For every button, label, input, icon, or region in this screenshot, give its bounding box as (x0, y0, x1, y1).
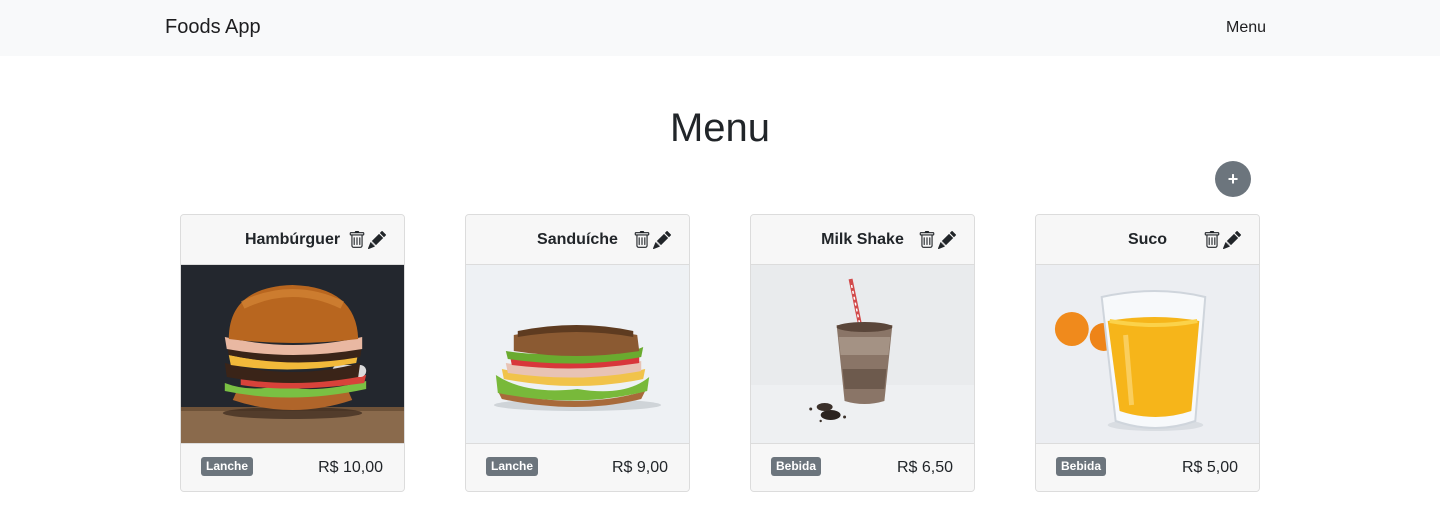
pencil-icon[interactable] (938, 230, 956, 250)
product-card-milk-shake: Milk Shake Bebida R$ 6,50 (750, 214, 975, 492)
brand-link[interactable]: Foods App (165, 16, 261, 39)
pencil-icon[interactable] (653, 230, 671, 250)
card-footer: Bebida R$ 6,50 (751, 443, 974, 491)
card-header: Sanduíche (466, 215, 689, 265)
product-card-suco: Suco Bebida R$ 5,00 (1035, 214, 1260, 492)
top-navbar: Foods App Menu (0, 0, 1440, 56)
trash-icon[interactable] (348, 230, 366, 250)
category-badge: Bebida (1056, 457, 1107, 476)
card-header: Suco (1036, 215, 1259, 265)
card-actions (348, 230, 386, 250)
card-actions (1203, 230, 1241, 250)
plus-icon: + (1227, 169, 1239, 189)
nav-menu-link[interactable]: Menu (1226, 19, 1266, 37)
product-card-hamburguer: Hambúrguer Lanche R$ 10,00 (180, 214, 405, 492)
product-price: R$ 9,00 (611, 459, 668, 476)
card-actions (633, 230, 671, 250)
product-card-sanduiche: Sanduíche Lanche R$ 9,00 (465, 214, 690, 492)
trash-icon[interactable] (633, 230, 651, 250)
category-badge: Lanche (486, 457, 539, 476)
category-badge: Lanche (201, 457, 254, 476)
trash-icon[interactable] (918, 230, 936, 250)
product-image-sanduiche (466, 265, 689, 443)
card-footer: Lanche R$ 10,00 (181, 443, 404, 491)
trash-icon[interactable] (1203, 230, 1221, 250)
category-badge: Bebida (771, 457, 822, 476)
product-image-milk-shake (751, 265, 974, 443)
add-product-button[interactable]: + (1215, 161, 1251, 197)
page-title: Menu (669, 106, 771, 150)
product-price: R$ 6,50 (896, 459, 953, 476)
product-image-suco (1036, 265, 1259, 443)
card-header: Hambúrguer (181, 215, 404, 265)
pencil-icon[interactable] (1223, 230, 1241, 250)
product-image-hamburguer (181, 265, 404, 443)
card-actions (918, 230, 956, 250)
product-price: R$ 5,00 (1181, 459, 1238, 476)
pencil-icon[interactable] (368, 230, 386, 250)
product-price: R$ 10,00 (318, 459, 383, 476)
card-header: Milk Shake (751, 215, 974, 265)
card-footer: Bebida R$ 5,00 (1036, 443, 1259, 491)
card-footer: Lanche R$ 9,00 (466, 443, 689, 491)
